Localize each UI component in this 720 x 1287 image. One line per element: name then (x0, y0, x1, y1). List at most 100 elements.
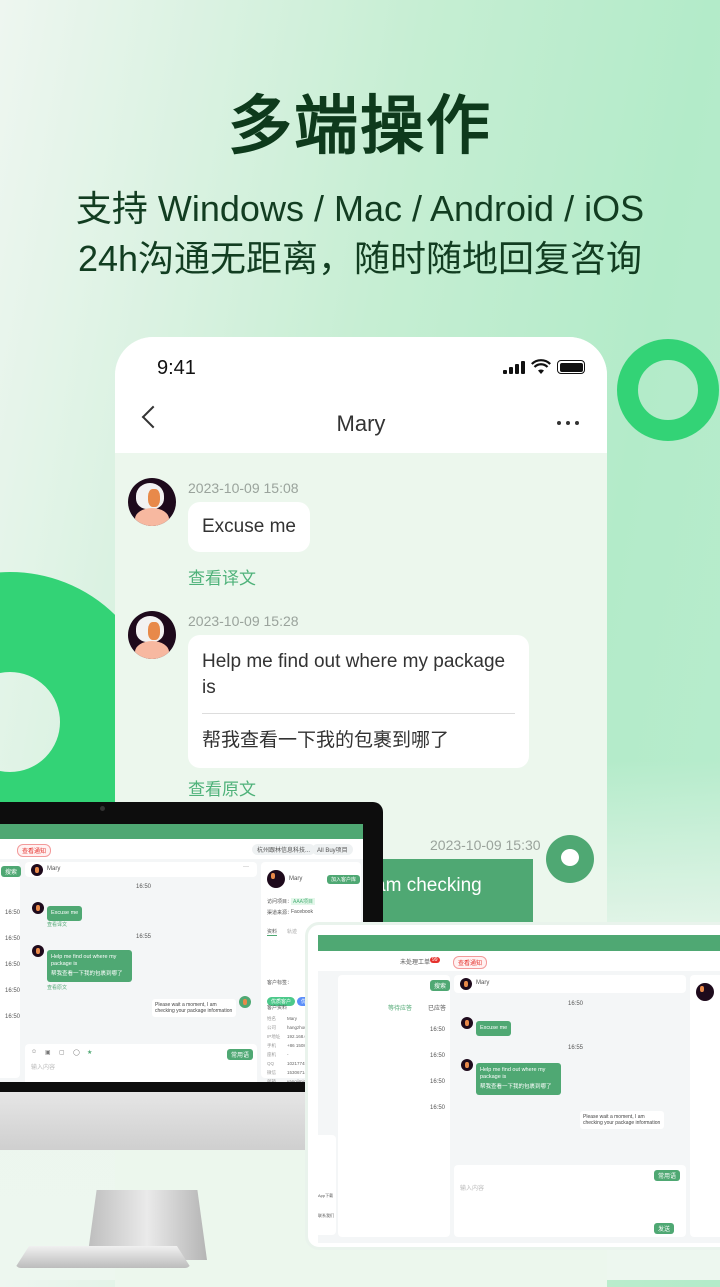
app-topbar (318, 935, 720, 951)
emoji-icon[interactable]: ☺ (31, 1049, 37, 1055)
message-timestamp: 2023-10-09 15:28 (188, 613, 299, 629)
agent-avatar-icon (546, 835, 594, 883)
app-toolbar: 查看通知 杭州跟林信息科技... All Buy项目 (0, 839, 363, 859)
status-icons (503, 359, 585, 375)
field-value: - (287, 1052, 289, 1057)
list-item-time: 16:50 (430, 1027, 446, 1033)
quick-reply-button[interactable]: 常用语 (227, 1049, 254, 1060)
channel-value: Facebook (291, 909, 313, 915)
list-item-time: 16:50 (5, 936, 21, 942)
field-label: 邮箱 (267, 1079, 276, 1082)
visit-project-label: 访问项目： (267, 899, 293, 905)
message-original-text: Help me find out where my package is (202, 651, 506, 698)
tab-waiting[interactable]: 等待应答 (388, 1003, 412, 1012)
hero-subtitle-platforms: 支持 Windows / Mac / Android / iOS (75, 188, 645, 229)
field-label: 微信 (267, 1070, 276, 1075)
contact-avatar (31, 864, 43, 876)
company-selector[interactable]: 杭州跟林信息科技... (252, 844, 316, 855)
send-button[interactable]: 发送 (654, 1223, 675, 1234)
message-translation-text: 帮我查看一下我的包裹到哪了 (51, 971, 123, 977)
quick-chat-icon[interactable]: ◯ (73, 1049, 80, 1056)
message-original-text: Help me find out where my package is (51, 954, 117, 967)
contact-avatar (461, 1017, 473, 1029)
message-input[interactable]: 输入内容 (31, 1062, 55, 1071)
field-label: 座机 (267, 1052, 276, 1057)
app-download-link[interactable]: App下载 (318, 1193, 333, 1199)
image-icon[interactable]: ▣ (45, 1049, 51, 1056)
profile-avatar (696, 983, 714, 1001)
chat-contact-name: Mary (476, 980, 490, 986)
phone-header: 9:41 Mary (115, 337, 607, 453)
profile-avatar (267, 870, 285, 888)
message-translation-text: 帮我查看一下我的包裹到哪了 (202, 730, 450, 751)
monitor-base (15, 1246, 191, 1268)
list-item-time: 16:50 (5, 1014, 21, 1020)
divider (202, 713, 515, 714)
incoming-message: Excuse me (188, 502, 310, 552)
signal-icon (503, 360, 525, 374)
view-original-link[interactable]: 查看原文 (188, 775, 256, 800)
outgoing-message: Please wait a moment, I am checking your… (152, 999, 236, 1017)
hero-subtitle-tagline: 24h沟通无距离，随时随地回复咨询 (77, 238, 643, 279)
conversation-list: 搜索 16:50 16:50 16:50 16:50 16:50 (0, 862, 22, 1078)
incoming-message: Help me find out where my package is 帮我查… (188, 635, 529, 768)
pending-count-badge: 99 (430, 957, 440, 963)
project-selector[interactable]: All Buy项目 (312, 844, 353, 855)
list-item-time: 16:50 (5, 962, 21, 968)
contact-us-link[interactable]: 联系我们 (318, 1213, 334, 1219)
tab-answered[interactable]: 已应答 (428, 1003, 446, 1012)
chat-header: Mary ··· (25, 862, 257, 877)
tab-profile[interactable]: 资料 (267, 928, 278, 936)
list-item-time: 16:50 (5, 988, 21, 994)
tablet-app-screen: 未处理工单 99 查看通知 搜索 等待应答 已应答 16:50 16:50 16… (314, 935, 720, 1243)
list-item-time: 16:50 (430, 1079, 446, 1085)
message-input[interactable]: 输入内容 (460, 1183, 484, 1192)
wifi-icon (531, 359, 551, 374)
view-translation-link[interactable]: 查看译文 (47, 921, 67, 928)
chat-header: Mary (454, 975, 686, 993)
chat-contact-name: Mary (47, 866, 61, 872)
message-composer[interactable]: ☺ ▣ ▢ ◯ ★ 常用语 输入内容 (25, 1044, 257, 1082)
field-label: 姓名 (267, 1016, 276, 1021)
search-button[interactable]: 搜索 (430, 980, 451, 991)
view-original-link[interactable]: 查看原文 (47, 984, 67, 991)
contact-avatar[interactable] (128, 611, 176, 659)
file-icon[interactable]: ▢ (59, 1049, 65, 1056)
field-value: Mary (287, 1016, 297, 1021)
notice-badge[interactable]: 查看通知 (453, 956, 488, 969)
field-label: QQ (267, 1061, 275, 1066)
star-icon[interactable]: ★ (87, 1049, 92, 1056)
battery-icon (557, 360, 585, 374)
search-button[interactable]: 搜索 (1, 866, 22, 877)
incoming-message: Help me find out where my package is 帮我查… (476, 1063, 561, 1095)
chat-time-divider: 16:50 (568, 1001, 584, 1007)
tab-track[interactable]: 轨迹 (287, 928, 297, 935)
more-options-icon[interactable]: ··· (243, 864, 249, 870)
list-item-time: 16:50 (5, 910, 21, 916)
contact-avatar (460, 978, 472, 990)
contact-avatar (32, 945, 44, 957)
message-composer[interactable]: 常用语 输入内容 发送 (454, 1165, 686, 1237)
add-to-customers-button[interactable]: 加入客户库 (327, 875, 361, 884)
list-item-time: 16:50 (430, 1053, 446, 1059)
contact-avatar[interactable] (128, 478, 176, 526)
message-timestamp: 2023-10-09 15:30 (430, 837, 541, 853)
pending-tickets[interactable]: 未处理工单 (400, 957, 430, 966)
channel-label: 渠道来源： (267, 910, 293, 916)
decor-ring-right (617, 339, 719, 441)
quick-reply-button[interactable]: 常用语 (654, 1170, 681, 1181)
customer-profile-panel (690, 975, 720, 1237)
field-label: IP地址 (267, 1034, 281, 1039)
notice-badge[interactable]: 查看通知 (17, 844, 52, 857)
contact-avatar (32, 902, 44, 914)
tablet-mockup: 未处理工单 99 查看通知 搜索 等待应答 已应答 16:50 16:50 16… (305, 922, 720, 1250)
list-item-time: 16:50 (430, 1105, 446, 1111)
view-translation-link[interactable]: 查看译文 (188, 564, 256, 589)
message-translation-text: 帮我查看一下我的包裹到哪了 (480, 1084, 552, 1090)
visit-project-value: AAA项目 (291, 898, 316, 905)
profile-name: Mary (289, 876, 303, 882)
more-options-button[interactable] (557, 421, 579, 425)
webcam-icon (100, 806, 105, 811)
chat-time-divider: 16:55 (568, 1045, 584, 1051)
contact-avatar (461, 1059, 473, 1071)
